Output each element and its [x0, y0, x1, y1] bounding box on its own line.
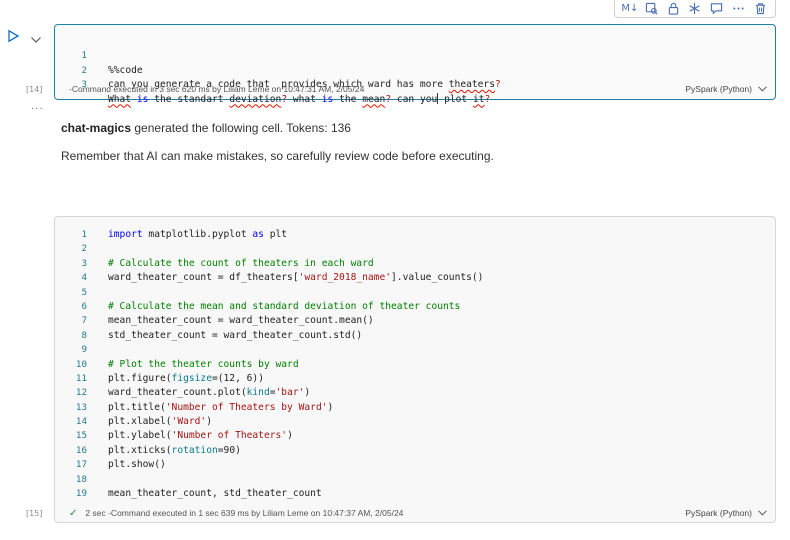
line-number: 7	[81, 315, 87, 327]
line-text: %%code	[108, 64, 143, 76]
line-text: plt.ylabel('Number of Theaters')	[108, 430, 293, 442]
generated-code-cell[interactable]: 1 import matplotlib.pyplot as plt 2 3 # Calc…	[54, 216, 776, 523]
execution-status-text: -Command executed in 3 sec 620 ms by Lil…	[69, 84, 365, 94]
code-line: 2 can you generate a code that provides …	[55, 49, 500, 90]
line-number: 6	[81, 300, 87, 312]
ai-warning: Remember that AI can make mistakes, so c…	[61, 149, 494, 163]
line-number: 16	[75, 444, 87, 456]
line-number: 3	[81, 257, 87, 269]
line-number: 11	[75, 372, 87, 384]
prompt-code-cell[interactable]: 1 %%code 2 can you generate a code that …	[54, 24, 776, 105]
asterisk-icon[interactable]	[686, 1, 704, 17]
line-number: 1	[81, 229, 87, 240]
language-selector[interactable]: PySpark (Python)	[685, 508, 767, 518]
chat-magics-message: chat-magics generated the following cell…	[61, 121, 351, 135]
line-text: # Calculate the count of theaters in eac…	[108, 257, 374, 269]
language-label: PySpark (Python)	[685, 508, 752, 518]
generated-text: generated the following cell. Tokens: 13…	[134, 121, 351, 135]
code-line: 3 What is the standart deviation? what i…	[55, 64, 490, 104]
line-text: std_theater_count = ward_theater_count.s…	[108, 329, 363, 341]
line-number: 12	[75, 387, 87, 399]
line-number: 18	[75, 473, 87, 485]
language-selector[interactable]: PySpark (Python)	[685, 84, 767, 94]
line-text: mean_theater_count, std_theater_count	[108, 488, 322, 500]
cell1-status-bar: -Command executed in 3 sec 620 ms by Lil…	[69, 82, 767, 96]
line-number: 13	[75, 401, 87, 413]
line-text: plt.figure(figsize=(12, 6))	[108, 372, 264, 384]
check-icon: ✓	[69, 507, 78, 519]
more-icon[interactable]	[729, 1, 747, 17]
cell1-editor[interactable]: 1 %%code 2 can you generate a code that …	[55, 35, 500, 104]
cell2-status-bar: ✓ 2 sec -Command executed in 1 sec 639 m…	[69, 506, 767, 520]
code-line: 1 %%code	[55, 35, 142, 75]
line-text: plt.xticks(rotation=90)	[108, 444, 241, 456]
line-text: ward_theater_count.plot(kind='bar')	[108, 387, 311, 399]
line-number: 14	[75, 416, 87, 428]
line-number: 8	[81, 329, 87, 341]
chevron-down-icon[interactable]	[30, 30, 42, 43]
chevron-down-icon	[758, 86, 767, 92]
line-number: 17	[75, 459, 87, 471]
assistant-name: chat-magics	[61, 121, 132, 135]
line-text: # Plot the theater counts by ward	[108, 358, 299, 370]
line-text: plt.xlabel('Ward')	[108, 416, 212, 428]
line-text: # Calculate the mean and standard deviat…	[108, 300, 461, 312]
line-number: 9	[81, 344, 87, 356]
execution-duration: 2 sec	[85, 508, 106, 518]
execution-status-text: -Command executed in 1 sec 639 ms by Lil…	[108, 508, 404, 518]
line-text: plt.show()	[108, 459, 166, 471]
line-number: 10	[75, 358, 87, 370]
line-text: mean_theater_count = ward_theater_count.…	[108, 315, 374, 327]
cell-toolbar: M↓	[614, 0, 776, 18]
language-label: PySpark (Python)	[685, 84, 752, 94]
cell-more-dots[interactable]: ···	[31, 104, 44, 115]
delete-icon[interactable]	[751, 1, 769, 17]
line-number: 5	[81, 286, 87, 298]
comment-icon[interactable]	[708, 1, 726, 17]
line-number: 15	[75, 430, 87, 442]
markdown-icon[interactable]: M↓	[621, 1, 639, 17]
line-text: import matplotlib.pyplot as plt	[108, 229, 288, 240]
cell2-execution-count: [15]	[26, 509, 43, 518]
line-text: ward_theater_count = df_theaters['ward_2…	[108, 272, 484, 284]
run-cell-icon[interactable]	[6, 28, 20, 43]
line-text: plt.title('Number of Theaters by Ward')	[108, 401, 334, 413]
chevron-down-icon	[758, 510, 767, 516]
cell1-execution-count: [14]	[26, 85, 43, 94]
line-number: 4	[81, 272, 87, 284]
lock-icon[interactable]	[664, 1, 682, 17]
preview-icon[interactable]	[643, 1, 661, 17]
line-number: 2	[81, 243, 87, 255]
line-number: 19	[75, 488, 87, 500]
